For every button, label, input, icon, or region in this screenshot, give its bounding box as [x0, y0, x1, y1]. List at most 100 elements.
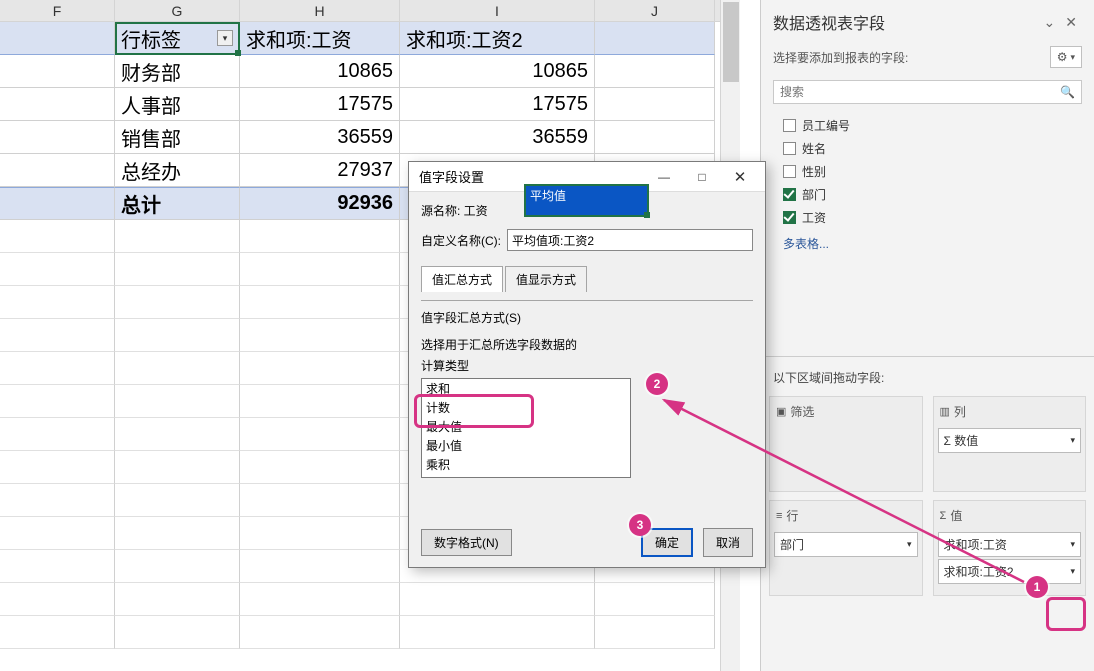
chevron-down-icon[interactable]: ▾ [1070, 435, 1075, 446]
chevron-down-icon[interactable]: ▾ [1070, 539, 1075, 550]
cell[interactable] [0, 550, 115, 583]
row-zone[interactable]: ≡行 部门▾ [769, 500, 923, 596]
cell[interactable]: 17575 [240, 88, 400, 121]
cell[interactable] [0, 583, 115, 616]
calc-option[interactable]: 最小值 [422, 436, 630, 455]
cell[interactable] [0, 319, 115, 352]
column-zone[interactable]: ▥列 Σ 数值▾ [933, 396, 1087, 492]
cell[interactable] [240, 484, 400, 517]
cell[interactable] [115, 550, 240, 583]
cell[interactable]: 36559 [240, 121, 400, 154]
cell[interactable] [240, 286, 400, 319]
cell[interactable] [0, 253, 115, 286]
cell[interactable] [595, 22, 715, 55]
calc-option[interactable]: 求和 [422, 379, 630, 398]
cell[interactable] [0, 220, 115, 253]
cell[interactable]: 财务部 [115, 55, 240, 88]
checkbox-icon[interactable] [783, 165, 796, 178]
cell[interactable] [0, 418, 115, 451]
cell[interactable] [240, 517, 400, 550]
gear-button[interactable]: ⚙▾ [1050, 46, 1082, 68]
field-item[interactable]: 姓名 [783, 137, 1082, 160]
cell[interactable] [0, 121, 115, 154]
cell[interactable]: 总经办 [115, 154, 240, 187]
cell[interactable] [0, 154, 115, 187]
calc-option[interactable]: 乘积 [422, 455, 630, 474]
cell[interactable]: 10865 [400, 55, 595, 88]
cell[interactable]: 36559 [400, 121, 595, 154]
cell[interactable] [240, 451, 400, 484]
cell[interactable] [115, 319, 240, 352]
filter-zone[interactable]: ▣筛选 [769, 396, 923, 492]
maximize-button[interactable]: □ [683, 166, 721, 188]
cell[interactable] [0, 286, 115, 319]
filter-dropdown-icon[interactable]: ▾ [217, 30, 233, 46]
ok-button[interactable]: 确定 [641, 528, 693, 557]
cell[interactable] [240, 385, 400, 418]
cell[interactable] [240, 550, 400, 583]
search-box[interactable]: 🔍 [773, 80, 1082, 104]
cell[interactable] [0, 484, 115, 517]
total-val1[interactable]: 92936 [240, 187, 400, 220]
checkbox-icon[interactable] [783, 142, 796, 155]
search-input[interactable] [780, 85, 1060, 99]
cell[interactable] [595, 55, 715, 88]
cell[interactable] [115, 517, 240, 550]
calc-type-listbox[interactable]: 求和 计数 平均值 最大值 最小值 乘积 [421, 378, 631, 478]
values-zone[interactable]: Σ值 求和项:工资▾ 求和项:工资2▾ [933, 500, 1087, 596]
cell[interactable] [595, 88, 715, 121]
cell[interactable]: 27937 [240, 154, 400, 187]
close-icon[interactable]: ✕ [1060, 14, 1082, 31]
cell[interactable] [240, 583, 400, 616]
zone-chip-sum1[interactable]: 求和项:工资▾ [938, 532, 1082, 557]
cell[interactable]: 17575 [400, 88, 595, 121]
chevron-down-icon[interactable]: ▾ [907, 539, 912, 550]
cell[interactable] [595, 616, 715, 649]
cell[interactable] [0, 22, 115, 55]
cell[interactable] [240, 319, 400, 352]
col-header-f[interactable]: F [0, 0, 115, 21]
cell[interactable] [0, 55, 115, 88]
row-label-header[interactable]: 行标签 ▾ [115, 22, 240, 55]
cancel-button[interactable]: 取消 [703, 528, 753, 557]
cell[interactable]: 销售部 [115, 121, 240, 154]
more-tables-link[interactable]: 多表格... [761, 235, 1094, 260]
cell[interactable] [240, 220, 400, 253]
cell[interactable] [0, 187, 115, 220]
custom-name-input[interactable] [507, 229, 753, 251]
cell[interactable] [0, 88, 115, 121]
checkbox-icon[interactable] [783, 188, 796, 201]
cell[interactable] [115, 220, 240, 253]
cell[interactable] [240, 253, 400, 286]
close-button[interactable]: ✕ [721, 166, 759, 188]
cell[interactable] [0, 352, 115, 385]
cell[interactable] [0, 616, 115, 649]
cell[interactable] [240, 352, 400, 385]
field-item[interactable]: 部门 [783, 183, 1082, 206]
calc-option[interactable]: 最大值 [422, 417, 630, 436]
tab-summary[interactable]: 值汇总方式 [421, 266, 503, 292]
cell[interactable] [115, 385, 240, 418]
scrollbar-thumb[interactable] [723, 2, 739, 82]
col-header-h[interactable]: H [240, 0, 400, 21]
field-item[interactable]: 性别 [783, 160, 1082, 183]
cell[interactable] [115, 616, 240, 649]
val1-header[interactable]: 求和项:工资 [240, 22, 400, 55]
zone-chip[interactable]: 部门▾ [774, 532, 918, 557]
cell[interactable] [0, 451, 115, 484]
field-item[interactable]: 工资 [783, 206, 1082, 229]
collapse-icon[interactable]: ⌄ [1039, 14, 1061, 31]
tab-showas[interactable]: 值显示方式 [505, 266, 587, 292]
checkbox-icon[interactable] [783, 211, 796, 224]
zone-chip[interactable]: Σ 数值▾ [938, 428, 1082, 453]
number-format-button[interactable]: 数字格式(N) [421, 529, 512, 556]
cell[interactable] [400, 616, 595, 649]
val2-header[interactable]: 求和项:工资2 [400, 22, 595, 55]
cell[interactable] [240, 418, 400, 451]
cell[interactable] [0, 517, 115, 550]
cell[interactable] [115, 484, 240, 517]
cell[interactable]: 人事部 [115, 88, 240, 121]
field-item[interactable]: 员工编号 [783, 114, 1082, 137]
cell[interactable] [115, 418, 240, 451]
minimize-button[interactable]: — [645, 166, 683, 188]
